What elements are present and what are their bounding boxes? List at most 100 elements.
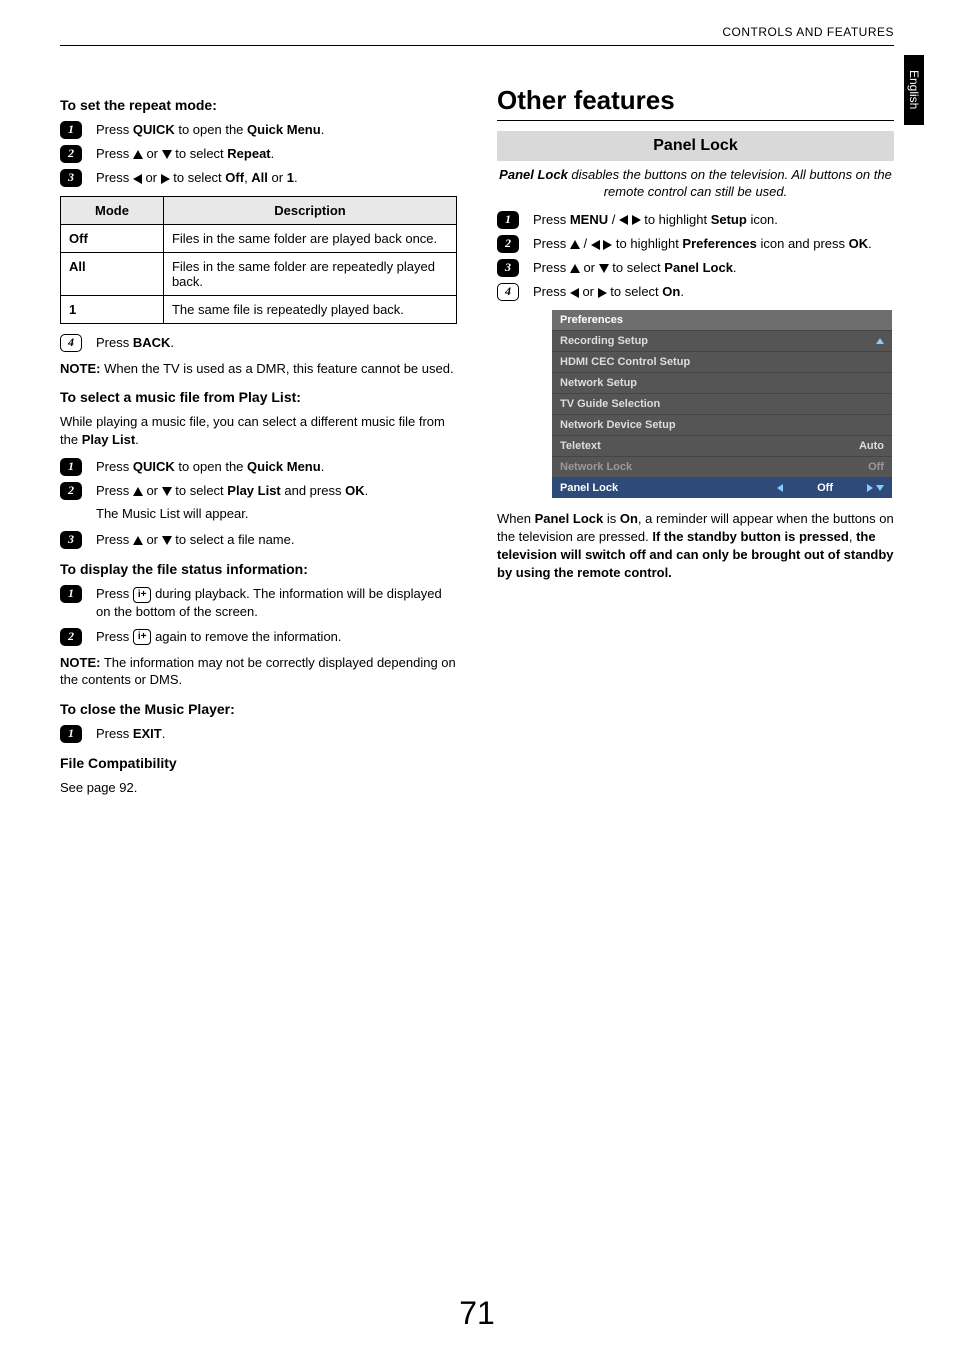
t: to highlight: [612, 236, 682, 251]
t: Play List: [82, 432, 135, 447]
table-row: All Files in the same folder are repeate…: [61, 252, 457, 295]
panel-row: Network LockOff: [552, 456, 892, 477]
t: to open the: [175, 122, 247, 137]
heading-display-info: To display the file status information:: [60, 561, 457, 577]
t: Press: [533, 284, 570, 299]
preferences-panel: Preferences Recording Setup HDMI CEC Con…: [552, 310, 892, 498]
t: On: [662, 284, 680, 299]
t: to highlight: [641, 212, 711, 227]
t: Teletext: [560, 440, 601, 452]
t: Repeat: [227, 146, 270, 161]
t: Panel Lock: [499, 167, 568, 182]
heading-file-compat: File Compatibility: [60, 755, 457, 771]
step-3: 3 Press or to select Off, All or 1.: [60, 169, 457, 187]
t: NOTE:: [60, 655, 100, 670]
t: Press: [96, 459, 133, 474]
heading-close-player: To close the Music Player:: [60, 701, 457, 717]
arrow-right-icon: [632, 215, 641, 225]
t: If the standby button is pressed: [652, 529, 848, 544]
step-text: Press i+ again to remove the information…: [96, 628, 457, 646]
t: .: [733, 260, 737, 275]
step-text: Press QUICK to open the Quick Menu.: [96, 121, 457, 139]
t: to select a file name.: [172, 532, 295, 547]
step-badge: 2: [60, 628, 82, 646]
panel-row: TV Guide Selection: [552, 393, 892, 414]
section-rule: [497, 120, 894, 121]
arrow-down-icon: [162, 487, 172, 496]
t: to select: [607, 284, 663, 299]
step-sub: The Music List will appear.: [96, 506, 457, 521]
t: Press: [96, 335, 133, 350]
t: Off: [817, 482, 833, 494]
info-icon: i+: [133, 587, 152, 603]
t: OK: [849, 236, 869, 251]
t: to select: [170, 170, 226, 185]
arrow-up-icon: [570, 264, 580, 273]
arrow-up-icon: [133, 487, 143, 496]
step-badge: 1: [60, 725, 82, 743]
cell-desc: The same file is repeatedly played back.: [163, 295, 456, 323]
step-text: Press or to select On.: [533, 283, 894, 301]
t: NOTE:: [60, 361, 100, 376]
t: Press: [96, 170, 133, 185]
feature-bar-panel-lock: Panel Lock: [497, 131, 894, 161]
t: Press: [533, 236, 570, 251]
step-badge: 1: [60, 458, 82, 476]
t: Quick Menu: [247, 122, 321, 137]
panel-row: Network Device Setup: [552, 414, 892, 435]
t: When the TV is used as a DMR, this featu…: [100, 361, 453, 376]
cell-mode: 1: [61, 295, 164, 323]
t: Panel Lock: [560, 482, 618, 494]
th-desc: Description: [163, 196, 456, 224]
arrow-right-icon: [161, 174, 170, 184]
t: MENU: [570, 212, 608, 227]
panel-row: Recording Setup: [552, 330, 892, 351]
t: QUICK: [133, 459, 175, 474]
t: 1: [287, 170, 294, 185]
content-columns: To set the repeat mode: 1 Press QUICK to…: [60, 85, 894, 805]
arrow-right-icon: [598, 288, 607, 298]
arrow-left-icon: [591, 240, 600, 250]
panel-header: Preferences: [552, 310, 892, 330]
t: .: [135, 432, 139, 447]
t: again to remove the information.: [151, 629, 341, 644]
step-text: Press QUICK to open the Quick Menu.: [96, 458, 457, 476]
step-2: 2 Press or to select Repeat.: [60, 145, 457, 163]
arrow-left-icon: [619, 215, 628, 225]
t: Off: [225, 170, 244, 185]
t: or: [143, 532, 162, 547]
scroll-up-icon: [876, 338, 884, 344]
t: Recording Setup: [560, 335, 648, 347]
step-text: Press or to select Play List and press O…: [96, 482, 457, 500]
panel-row: TeletextAuto: [552, 435, 892, 456]
t: Press: [96, 726, 133, 741]
panel-row-selected: Panel Lock Off: [552, 477, 892, 498]
intro-text: While playing a music file, you can sele…: [60, 413, 457, 449]
t: icon.: [747, 212, 778, 227]
step-text: Press or to select Panel Lock.: [533, 259, 894, 277]
info-icon: i+: [133, 629, 152, 645]
step-3: 3 Press or to select Panel Lock.: [497, 259, 894, 277]
step-text: Press / to highlight Preferences icon an…: [533, 235, 894, 253]
t: All: [251, 170, 268, 185]
table-row: 1 The same file is repeatedly played bac…: [61, 295, 457, 323]
step-badge: 4: [497, 283, 519, 301]
arrow-up-icon: [133, 536, 143, 545]
t: Panel Lock: [664, 260, 733, 275]
step-badge: 2: [60, 145, 82, 163]
t: Press: [533, 260, 570, 275]
t: Play List: [227, 483, 280, 498]
t: Press: [96, 586, 133, 601]
t: and press: [281, 483, 345, 498]
t: .: [294, 170, 298, 185]
th-mode: Mode: [61, 196, 164, 224]
step-text: Press or to select Repeat.: [96, 145, 457, 163]
t: or: [579, 284, 598, 299]
t: .: [170, 335, 174, 350]
section-title: Other features: [497, 85, 894, 116]
bottom-paragraph: When Panel Lock is On, a reminder will a…: [497, 510, 894, 583]
t: Panel Lock: [535, 511, 604, 526]
t: Network Device Setup: [560, 419, 676, 431]
t: /: [608, 212, 619, 227]
step-badge: 1: [60, 585, 82, 603]
